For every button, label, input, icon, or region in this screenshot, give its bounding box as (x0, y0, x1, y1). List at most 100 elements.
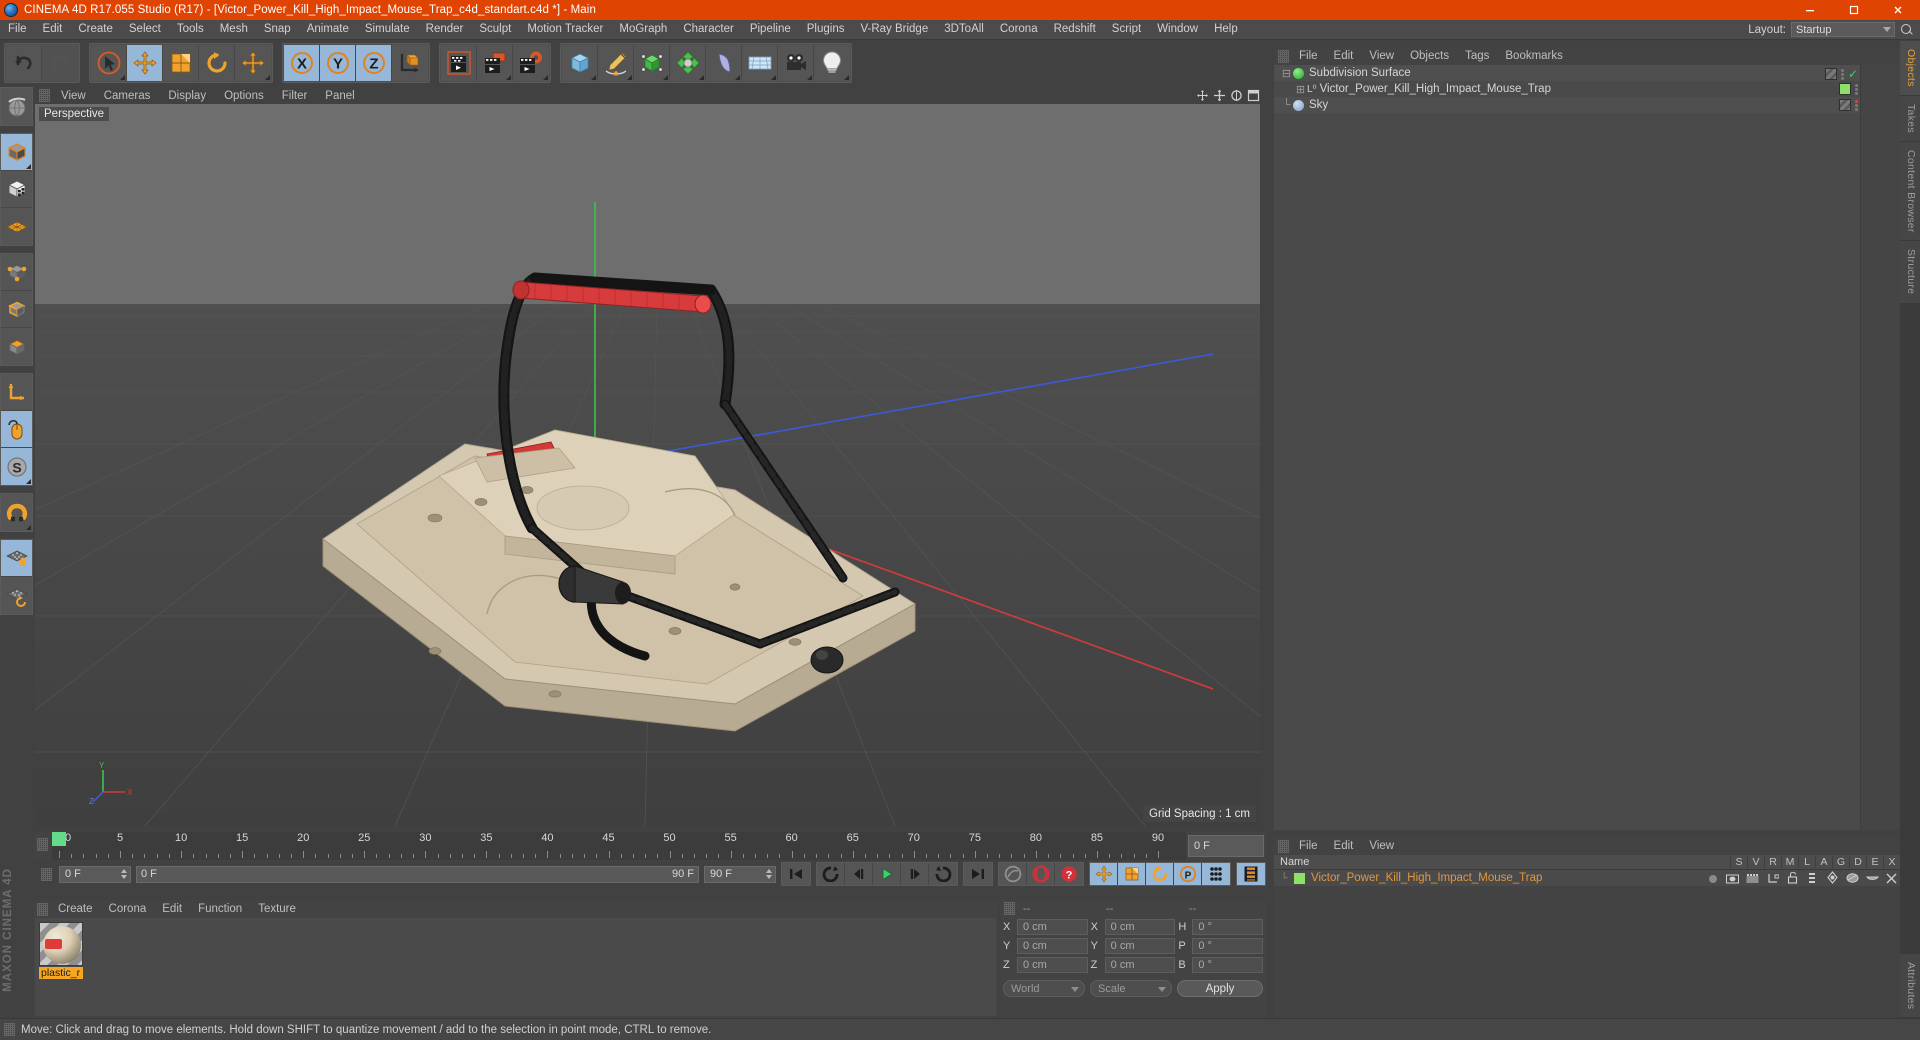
material-item[interactable]: plastic_r (39, 922, 83, 979)
rotation-key-button[interactable] (1146, 863, 1174, 885)
object-menu-edit[interactable]: Edit (1326, 48, 1362, 65)
coordinate-system-dropdown[interactable]: World (1003, 980, 1085, 997)
render-to-picture-viewer-button[interactable] (477, 45, 513, 81)
rotation-h-input[interactable]: 0 ° (1192, 919, 1264, 935)
close-button[interactable] (1876, 0, 1920, 20)
menu-item-render[interactable]: Render (418, 20, 472, 39)
undo-view-globe-button[interactable] (1, 88, 32, 125)
tab-content-browser[interactable]: Content Browser (1900, 141, 1920, 242)
deformer-icon[interactable] (1844, 871, 1861, 889)
tree-expand-icon[interactable]: ⊞ (1294, 83, 1307, 96)
add-camera-button[interactable] (778, 45, 814, 81)
column-e[interactable]: E (1866, 856, 1883, 868)
dot-icon[interactable] (1704, 871, 1721, 889)
menu-item-create[interactable]: Create (70, 20, 121, 39)
tag-dots-icon[interactable] (1855, 83, 1858, 95)
column-d[interactable]: D (1849, 856, 1866, 868)
preview-range-slider[interactable]: 0 F 90 F (136, 865, 699, 883)
axis-mode-button[interactable] (1, 374, 32, 411)
visible-icon[interactable] (1724, 871, 1741, 889)
menu-item-pipeline[interactable]: Pipeline (742, 20, 799, 39)
menu-item-simulate[interactable]: Simulate (357, 20, 418, 39)
go-to-end-button[interactable] (964, 863, 992, 885)
column-g[interactable]: G (1832, 856, 1849, 868)
world-object-coordinate-button[interactable] (392, 45, 428, 81)
go-to-start-button[interactable] (782, 863, 810, 885)
viewport-menu-view[interactable]: View (52, 88, 95, 104)
menu-item-character[interactable]: Character (675, 20, 742, 39)
menu-item-animate[interactable]: Animate (299, 20, 357, 39)
viewport-menu-panel[interactable]: Panel (316, 88, 363, 104)
panel-grip-icon[interactable] (39, 89, 50, 102)
menu-item-file[interactable]: File (0, 20, 35, 39)
add-scene-environment-button[interactable] (742, 45, 778, 81)
menu-item-redshift[interactable]: Redshift (1046, 20, 1104, 39)
unlock-icon[interactable] (1784, 871, 1801, 889)
material-list[interactable]: plastic_r (35, 918, 996, 1016)
viewport-menu-cameras[interactable]: Cameras (95, 88, 160, 104)
position-z-input[interactable]: 0 cm (1017, 957, 1088, 973)
scale-view-icon[interactable] (1213, 89, 1226, 102)
apply-button[interactable]: Apply (1177, 980, 1263, 997)
object-row-mouse-trap[interactable]: ⊞ L⁰ Victor_Power_Kill_High_Impact_Mouse… (1274, 81, 1900, 97)
add-generator-button[interactable] (634, 45, 670, 81)
menu-item-snap[interactable]: Snap (256, 20, 299, 39)
material-menu-function[interactable]: Function (190, 901, 250, 918)
object-tree[interactable]: ⊟ Subdivision Surface ✓ ⊞ L⁰ Victor_Powe… (1274, 65, 1900, 830)
step-back-button[interactable] (845, 863, 873, 885)
play-button[interactable] (873, 863, 901, 885)
edges-mode-button[interactable] (1, 291, 32, 328)
menu-item-script[interactable]: Script (1104, 20, 1149, 39)
texture-mode-button[interactable] (1, 171, 32, 208)
position-y-input[interactable]: 0 cm (1017, 938, 1088, 954)
material-menu-create[interactable]: Create (50, 901, 101, 918)
workplane-lock-button[interactable] (1, 540, 32, 577)
current-frame-input[interactable]: 0 F (59, 865, 131, 883)
menu-item-help[interactable]: Help (1206, 20, 1246, 39)
panel-grip-icon[interactable] (1278, 839, 1289, 853)
move-duplicate-button[interactable] (235, 45, 271, 81)
material-sphere-thumbnail[interactable] (39, 922, 83, 966)
maximize-button[interactable] (1832, 0, 1876, 20)
tab-structure[interactable]: Structure (1900, 241, 1920, 304)
search-icon[interactable] (1900, 23, 1914, 37)
add-deformer-button[interactable] (706, 45, 742, 81)
timeline-playhead[interactable] (52, 832, 66, 846)
attributes-layer-row[interactable]: └ Victor_Power_Kill_High_Impact_Mouse_Tr… (1274, 870, 1900, 886)
object-menu-file[interactable]: File (1291, 48, 1326, 65)
column-r[interactable]: R (1764, 856, 1781, 868)
param-key-button[interactable]: P (1174, 863, 1202, 885)
lock-y-axis-button[interactable]: Y (320, 45, 356, 81)
size-y-input[interactable]: 0 cm (1104, 938, 1176, 954)
tag-dots-icon[interactable] (1855, 99, 1858, 111)
rotation-b-input[interactable]: 0 ° (1192, 957, 1264, 973)
column-x[interactable]: X (1883, 856, 1900, 868)
render-icon[interactable] (1744, 871, 1761, 889)
enable-axis-mouse-button[interactable] (1, 411, 32, 448)
menu-item-select[interactable]: Select (121, 20, 169, 39)
add-light-button[interactable] (814, 45, 850, 81)
material-menu-texture[interactable]: Texture (250, 901, 304, 918)
menu-item-plugins[interactable]: Plugins (799, 20, 853, 39)
position-key-button[interactable] (1090, 863, 1118, 885)
soft-selection-button[interactable]: S (1, 448, 32, 485)
undo-button[interactable] (6, 45, 42, 81)
viewport-menu-options[interactable]: Options (215, 88, 273, 104)
hierarchy-icon[interactable] (1764, 871, 1781, 889)
add-cube-primitive-button[interactable] (562, 45, 598, 81)
panel-grip-icon[interactable] (1278, 49, 1289, 63)
rotate-tool-button[interactable] (199, 45, 235, 81)
column-l[interactable]: L (1798, 856, 1815, 868)
maximize-view-icon[interactable] (1247, 89, 1260, 102)
column-s[interactable]: S (1730, 856, 1747, 868)
tag-dots-icon[interactable] (1840, 68, 1844, 80)
lock-z-axis-button[interactable]: Z (356, 45, 392, 81)
polygon-grid-mode-button[interactable] (1, 208, 32, 245)
polygons-mode-button[interactable] (1, 328, 32, 365)
rotate-view-icon[interactable] (1230, 89, 1243, 102)
perspective-viewport[interactable]: Perspective Grid Spacing : 1 cm Y X Z (35, 104, 1260, 826)
record-active-objects-button[interactable] (1027, 863, 1055, 885)
timeline-frame-field[interactable]: 0 F (1188, 835, 1264, 857)
panel-grip-icon[interactable] (4, 1023, 15, 1036)
x-icon[interactable] (1884, 871, 1898, 889)
